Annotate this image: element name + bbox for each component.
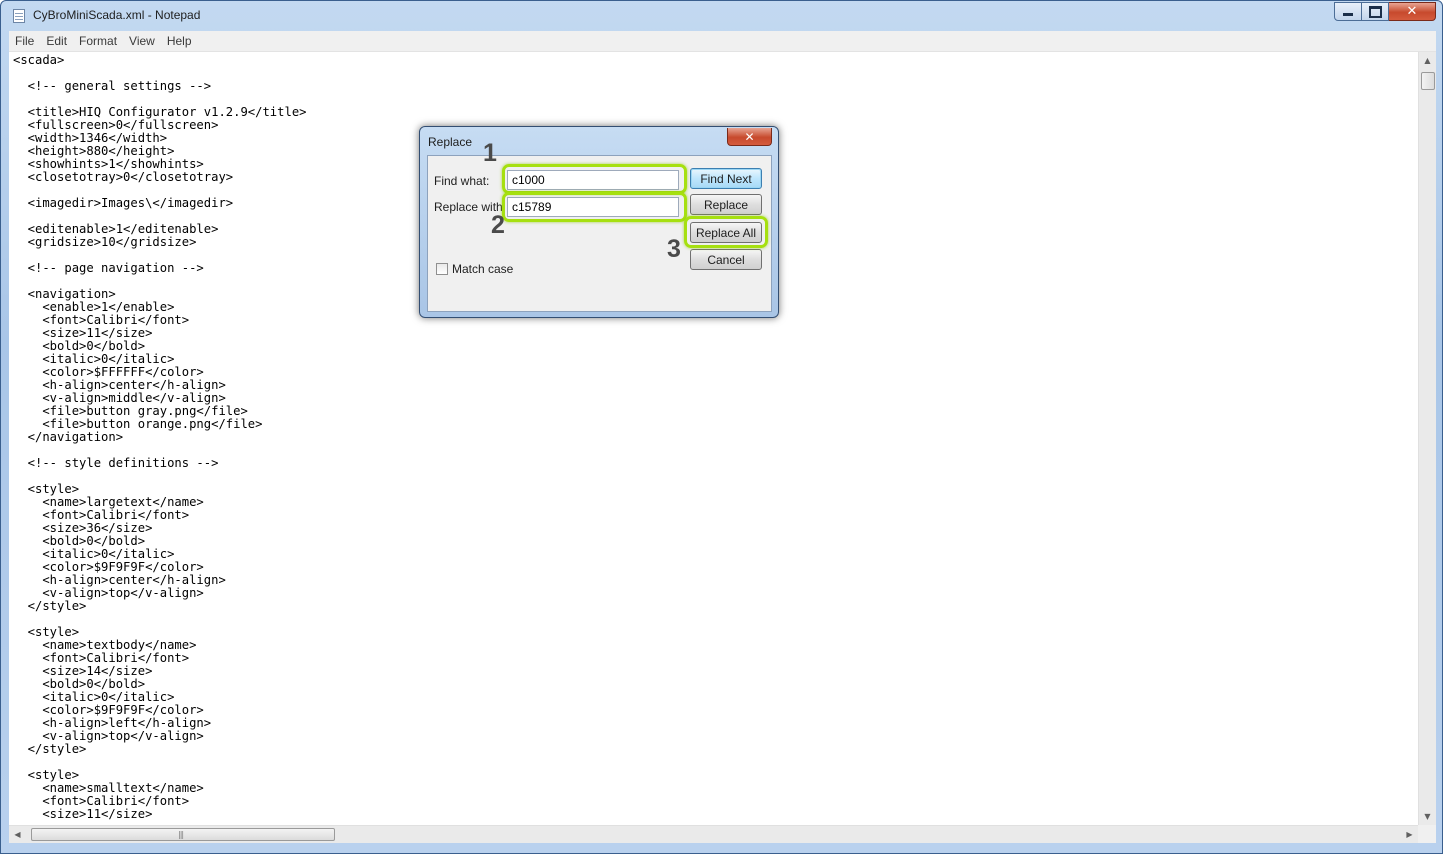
menu-view[interactable]: View <box>123 34 161 48</box>
replace-dialog: Replace ✕ Find what: c1000 Replace with:… <box>419 126 779 318</box>
highlight-replace-with <box>502 192 687 222</box>
menu-edit[interactable]: Edit <box>40 34 73 48</box>
dialog-close-button[interactable]: ✕ <box>727 128 772 146</box>
horizontal-scroll-thumb[interactable]: ||| <box>31 828 335 841</box>
maximize-button[interactable] <box>1362 2 1389 21</box>
scroll-grip-icon: ||| <box>178 830 184 839</box>
vertical-scrollbar[interactable]: ▲ ▼ <box>1418 52 1436 825</box>
close-button[interactable]: ✕ <box>1389 2 1436 21</box>
match-case-label[interactable]: Match case <box>452 262 513 276</box>
find-what-label: Find what: <box>434 174 490 188</box>
maximize-icon <box>1368 5 1382 18</box>
horizontal-scrollbar[interactable]: ◀ ||| ▶ <box>9 825 1418 843</box>
scroll-left-icon[interactable]: ◀ <box>9 826 26 843</box>
find-next-button[interactable]: Find Next <box>690 168 762 189</box>
close-icon: ✕ <box>744 129 755 144</box>
title-bar[interactable]: CyBroMiniScada.xml - Notepad ✕ <box>1 1 1442 31</box>
scroll-up-icon[interactable]: ▲ <box>1419 52 1436 69</box>
scroll-down-icon[interactable]: ▼ <box>1419 808 1436 825</box>
menu-format[interactable]: Format <box>73 34 123 48</box>
notepad-icon <box>13 9 25 23</box>
menu-help[interactable]: Help <box>161 34 198 48</box>
close-icon: ✕ <box>1406 4 1418 19</box>
window-title: CyBroMiniScada.xml - Notepad <box>33 8 201 22</box>
menu-bar: File Edit Format View Help <box>9 31 1436 52</box>
dialog-body: Find what: c1000 Replace with: c15789 Fi… <box>427 155 772 312</box>
dialog-title: Replace <box>428 135 473 149</box>
scrollbar-corner <box>1418 825 1436 843</box>
caption-buttons: ✕ <box>1334 2 1436 22</box>
minimize-button[interactable] <box>1334 2 1362 21</box>
match-case-checkbox[interactable] <box>436 263 448 275</box>
step-number-3: 3 <box>667 235 681 263</box>
cancel-button[interactable]: Cancel <box>690 249 762 270</box>
highlight-replace-all <box>684 216 768 248</box>
minimize-icon <box>1343 13 1353 16</box>
vertical-scroll-thumb[interactable] <box>1421 72 1435 90</box>
highlight-find-what <box>502 164 687 194</box>
step-number-2: 2 <box>491 211 505 239</box>
replace-button[interactable]: Replace <box>690 194 762 215</box>
menu-file[interactable]: File <box>9 34 40 48</box>
scroll-right-icon[interactable]: ▶ <box>1401 826 1418 843</box>
step-number-1: 1 <box>483 139 497 167</box>
